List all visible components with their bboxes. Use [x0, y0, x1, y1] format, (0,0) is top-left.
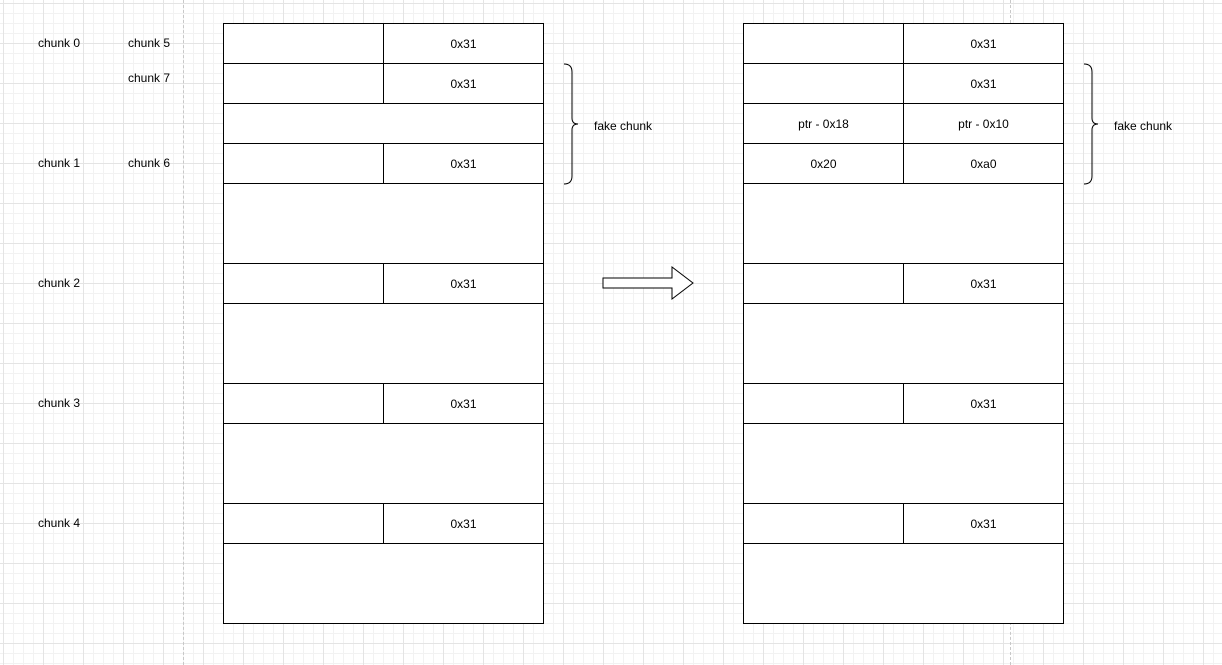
right-chunk2-data: [743, 303, 1064, 384]
right-fake-chunk-brace: [1083, 63, 1099, 185]
chunk-1-label: chunk 1: [38, 156, 81, 170]
left-chunk2-data: [223, 303, 544, 384]
left-fake-chunk-label: fake chunk: [594, 119, 653, 133]
right-fake-chunk-label: fake chunk: [1114, 119, 1173, 133]
left-fake-chunk-brace: [563, 63, 579, 185]
left-chunk1-prev-size: [223, 143, 384, 184]
right-chunk1-prev-size: 0x20: [743, 143, 904, 184]
left-chunk0-prev-size: [223, 23, 384, 64]
chunk-7-label: chunk 7: [128, 71, 171, 85]
left-chunk0-size: 0x31: [383, 23, 544, 64]
right-chunk4-size: 0x31: [903, 503, 1064, 544]
left-chunk0-fd: [223, 63, 384, 104]
right-chunk2-prev-size: [743, 263, 904, 304]
left-chunk1-size: 0x31: [383, 143, 544, 184]
page-break-line-left: [183, 0, 184, 665]
left-chunk0-fd-size: 0x31: [383, 63, 544, 104]
chunk-2-label: chunk 2: [38, 276, 81, 290]
left-chunk3-data: [223, 423, 544, 504]
left-chunk3-prev-size: [223, 383, 384, 424]
right-fake-size: 0x31: [903, 63, 1064, 104]
chunk-5-label: chunk 5: [128, 36, 171, 50]
chunk-6-label: chunk 6: [128, 156, 171, 170]
right-chunk3-size: 0x31: [903, 383, 1064, 424]
right-chunk4-prev-size: [743, 503, 904, 544]
right-fake-bk: ptr - 0x10: [903, 103, 1064, 144]
chunk-4-label: chunk 4: [38, 516, 81, 530]
left-chunk4-size: 0x31: [383, 503, 544, 544]
left-chunk3-size: 0x31: [383, 383, 544, 424]
left-chunk1-data: [223, 183, 544, 264]
left-chunk2-size: 0x31: [383, 263, 544, 304]
right-fake-fd: ptr - 0x18: [743, 103, 904, 144]
right-chunk2-size: 0x31: [903, 263, 1064, 304]
right-chunk0-size: 0x31: [903, 23, 1064, 64]
chunk-0-label: chunk 0: [38, 36, 81, 50]
left-chunk4-prev-size: [223, 503, 384, 544]
right-fake-prev-size: [743, 63, 904, 104]
left-chunk4-data: [223, 543, 544, 624]
right-chunk3-prev-size: [743, 383, 904, 424]
right-chunk3-data: [743, 423, 1064, 504]
chunk-3-label: chunk 3: [38, 396, 81, 410]
left-chunk2-prev-size: [223, 263, 384, 304]
right-chunk1-data: [743, 183, 1064, 264]
transition-arrow: [602, 266, 694, 300]
right-chunk1-size: 0xa0: [903, 143, 1064, 184]
left-chunk0-data: [223, 103, 544, 144]
right-chunk0-prev-size: [743, 23, 904, 64]
right-chunk4-data: [743, 543, 1064, 624]
